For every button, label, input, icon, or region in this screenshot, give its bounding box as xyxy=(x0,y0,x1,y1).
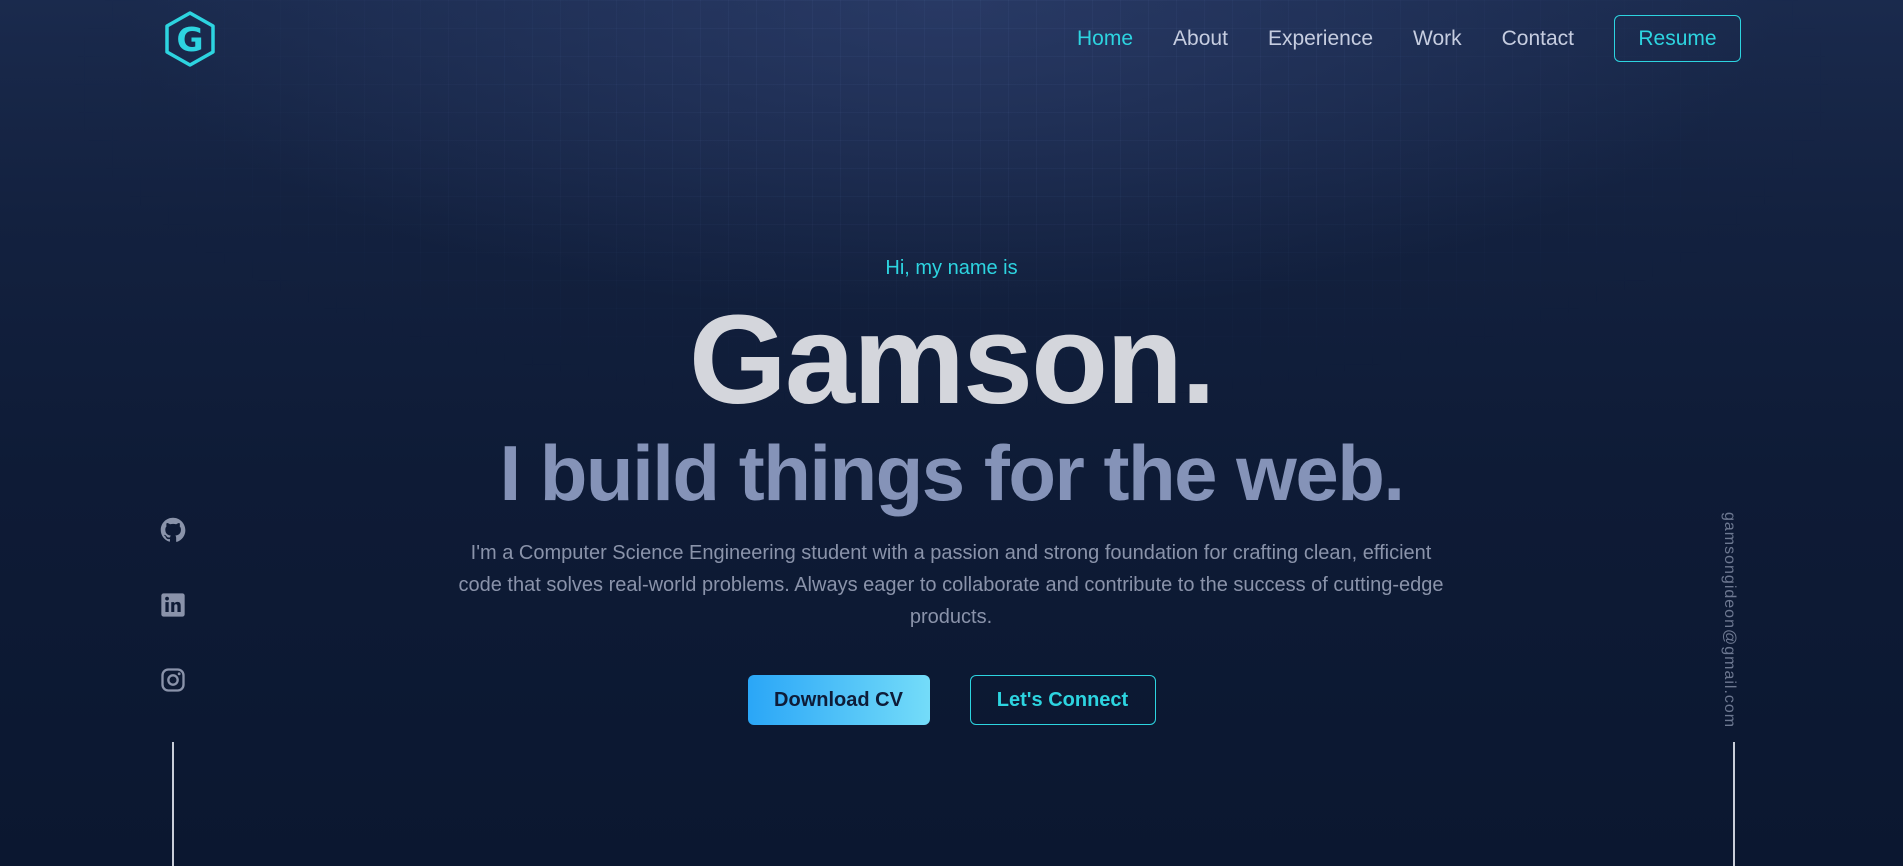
hero-name: Gamson. xyxy=(688,289,1216,430)
email-link[interactable]: gamsongideon@gmail.com xyxy=(1720,512,1738,728)
hero-cta-row: Download CV Let's Connect xyxy=(0,675,1903,725)
right-rail-line xyxy=(1733,742,1735,866)
logo-link[interactable]: G xyxy=(163,10,217,68)
left-rail-line xyxy=(172,742,174,866)
social-links xyxy=(159,516,187,741)
github-icon xyxy=(160,517,186,542)
logo-letter: G xyxy=(176,19,204,59)
download-cv-button[interactable]: Download CV xyxy=(747,675,930,725)
nav-about[interactable]: About xyxy=(1173,27,1228,51)
instagram-link[interactable] xyxy=(159,666,187,694)
lets-connect-button[interactable]: Let's Connect xyxy=(969,675,1156,725)
nav-work[interactable]: Work xyxy=(1413,27,1462,51)
hero-tagline: I build things for the web. xyxy=(499,429,1405,517)
hero-greeting: Hi, my name is xyxy=(885,257,1018,279)
resume-button[interactable]: Resume xyxy=(1614,15,1741,62)
email-rail: gamsongideon@gmail.com xyxy=(1716,512,1746,728)
page: G Home About Experience Work Contact Res… xyxy=(0,0,1903,866)
nav-experience[interactable]: Experience xyxy=(1268,27,1373,51)
main-nav: Home About Experience Work Contact Resum… xyxy=(1077,15,1741,62)
github-link[interactable] xyxy=(159,516,187,544)
linkedin-icon xyxy=(161,593,185,617)
nav-home[interactable]: Home xyxy=(1077,27,1133,51)
nav-contact[interactable]: Contact xyxy=(1502,27,1574,51)
instagram-icon xyxy=(161,668,185,692)
linkedin-link[interactable] xyxy=(159,591,187,619)
hero-bio: I'm a Computer Science Engineering stude… xyxy=(458,542,1444,628)
